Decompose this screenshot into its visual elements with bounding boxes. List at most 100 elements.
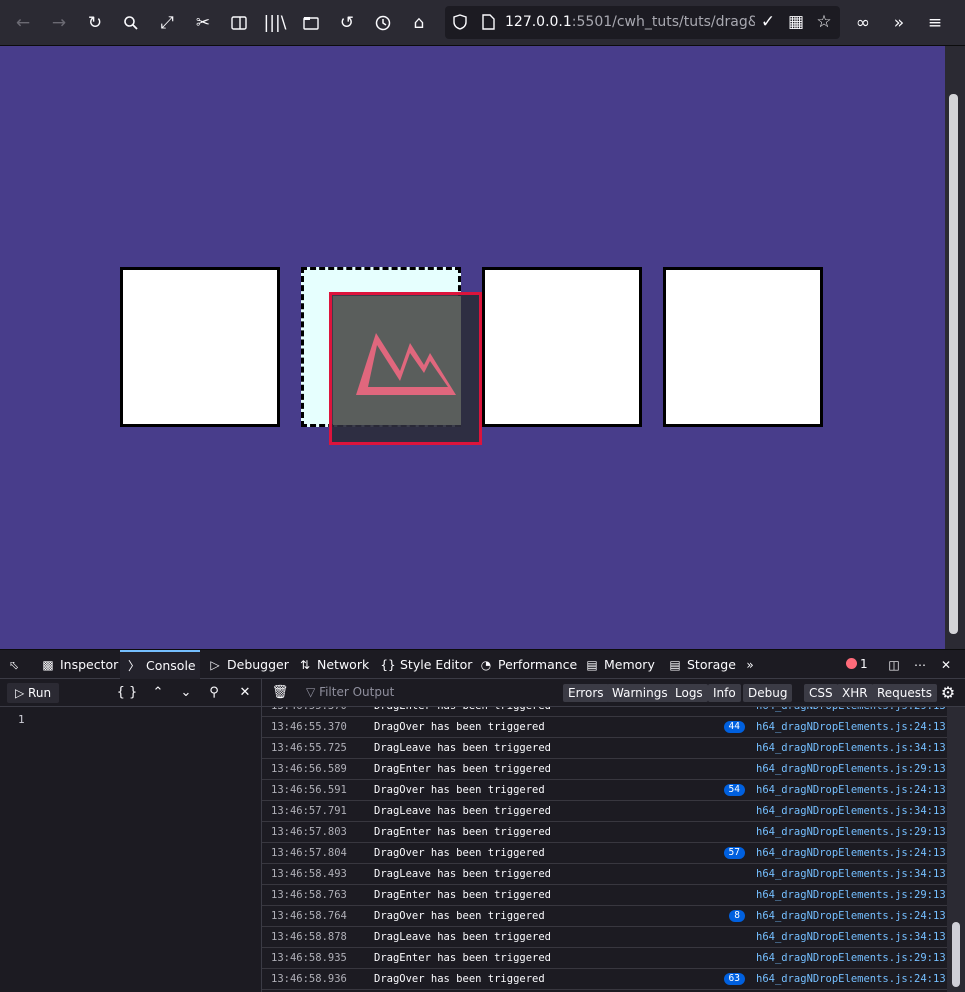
log-timestamp: 13:46:58.878: [271, 931, 347, 943]
log-source-link[interactable]: h64_dragNDropElements.js:24:13: [756, 910, 946, 922]
log-source-link[interactable]: h64_dragNDropElements.js:29:13: [756, 707, 946, 712]
private-mask-icon[interactable]: ∞: [848, 7, 878, 39]
log-source-link[interactable]: h64_dragNDropElements.js:29:13: [756, 952, 946, 964]
close-devtools-icon[interactable]: ✕: [938, 650, 958, 679]
log-repeat-badge: 8: [729, 910, 745, 922]
tab-debugger[interactable]: ▷ Debugger: [207, 650, 289, 679]
overflow-chevron-icon[interactable]: »: [884, 7, 914, 39]
filter-errors[interactable]: Errors: [563, 684, 609, 702]
dragged-image[interactable]: [329, 292, 482, 445]
close-editor-icon[interactable]: ✕: [234, 683, 256, 703]
error-count[interactable]: 1: [846, 657, 868, 671]
page-scrollbar-thumb[interactable]: [949, 94, 958, 634]
log-timestamp: 13:46:58.935: [271, 952, 347, 964]
filter-output-input[interactable]: ▽ Filter Output: [306, 685, 394, 699]
forward-icon[interactable]: →: [44, 7, 74, 39]
fullscreen-icon[interactable]: ⤢: [152, 7, 182, 39]
back-icon[interactable]: ←: [8, 7, 38, 39]
log-repeat-badge: 57: [723, 847, 745, 859]
log-row: 13:46:58.878 DragLeave has been triggered…: [262, 927, 947, 948]
sidebar-icon[interactable]: [224, 7, 254, 39]
more-tabs-chevron-icon[interactable]: »: [742, 650, 762, 679]
history-down-icon[interactable]: ⌄: [175, 683, 197, 703]
debugger-icon: ▷: [210, 658, 220, 672]
tab-storage[interactable]: ▤ Storage: [667, 650, 736, 679]
console-output-pane: 🗑 ▽ Filter Output Errors Warnings Logs I…: [262, 679, 965, 992]
element-picker-icon[interactable]: ⬁: [6, 650, 26, 679]
library-icon[interactable]: |||\: [260, 7, 290, 39]
drop-box-1[interactable]: [120, 267, 280, 427]
trash-icon[interactable]: 🗑: [269, 683, 291, 703]
tab-network[interactable]: ⇅ Network: [297, 650, 369, 679]
log-source-link[interactable]: h64_dragNDropElements.js:34:13: [756, 868, 946, 880]
editor-toolbar: ▷ Run { } ⌃ ⌄ ⚲ ✕: [0, 679, 262, 707]
history-icon[interactable]: ↺: [332, 7, 362, 39]
style-editor-icon: {}: [380, 658, 396, 672]
log-row: 13:46:58.764 DragOver has been triggered 8…: [262, 906, 947, 927]
tab-performance[interactable]: ◔ Performance: [478, 650, 577, 679]
console-settings-gear-icon[interactable]: ⚙: [937, 683, 959, 703]
log-source-link[interactable]: h64_dragNDropElements.js:29:13: [756, 826, 946, 838]
clock-icon[interactable]: [368, 7, 398, 39]
log-message: DragEnter has been triggered: [374, 826, 552, 838]
log-source-link[interactable]: h64_dragNDropElements.js:24:13: [756, 973, 946, 985]
search-icon[interactable]: [116, 7, 146, 39]
responsive-design-icon[interactable]: ◫: [886, 650, 906, 679]
drop-box-4[interactable]: [663, 267, 823, 427]
filter-logs[interactable]: Logs: [670, 684, 708, 702]
log-source-link[interactable]: h64_dragNDropElements.js:29:13: [756, 763, 946, 775]
log-source-link[interactable]: h64_dragNDropElements.js:34:13: [756, 742, 946, 754]
console-scrollbar[interactable]: [947, 707, 965, 992]
container-icon[interactable]: [296, 7, 326, 39]
devtools-tab-bar: ⬁ ▩ Inspector 〉 Console ▷ Debugger ⇅ Network…: [0, 649, 965, 679]
url-text: 127.0.0.1:5501/cwh_tuts/tuts/drag&drop: [505, 14, 755, 30]
log-source-link[interactable]: h64_dragNDropElements.js:34:13: [756, 931, 946, 943]
run-button[interactable]: ▷ Run: [7, 683, 59, 703]
log-source-link[interactable]: h64_dragNDropElements.js:34:13: [756, 805, 946, 817]
more-options-icon[interactable]: ⋯: [912, 650, 932, 679]
log-source-link[interactable]: h64_dragNDropElements.js:29:13: [756, 889, 946, 901]
filter-info[interactable]: Info: [708, 684, 741, 702]
console-log-list: 13:46:55.370 DragEnter has been triggered…: [262, 707, 947, 992]
filter-requests[interactable]: Requests: [872, 684, 937, 702]
bookmark-star-icon[interactable]: ☆: [809, 6, 839, 38]
filter-xhr[interactable]: XHR: [837, 684, 873, 702]
page-viewport: [0, 46, 945, 649]
log-row: 13:46:56.591 DragOver has been triggered 5…: [262, 780, 947, 801]
log-timestamp: 13:46:56.589: [271, 763, 347, 775]
filter-debug[interactable]: Debug: [743, 684, 793, 702]
tab-console[interactable]: 〉 Console: [120, 650, 200, 679]
console-scrollbar-thumb[interactable]: [952, 922, 960, 987]
page-scrollbar[interactable]: [945, 46, 965, 649]
log-timestamp: 13:46:57.791: [271, 805, 347, 817]
log-source-link[interactable]: h64_dragNDropElements.js:24:13: [756, 784, 946, 796]
menu-icon[interactable]: ≡: [920, 7, 950, 39]
tab-memory[interactable]: ▤ Memory: [584, 650, 655, 679]
log-message: DragOver has been triggered: [374, 784, 545, 796]
log-repeat-badge: 44: [723, 721, 745, 733]
performance-icon: ◔: [480, 658, 492, 672]
pocket-icon[interactable]: ✓: [753, 6, 783, 38]
log-message: DragEnter has been triggered: [374, 763, 552, 775]
home-icon[interactable]: ⌂: [404, 7, 434, 39]
history-up-icon[interactable]: ⌃: [147, 683, 169, 703]
log-row: 13:46:55.370 DragOver has been triggered 4…: [262, 717, 947, 738]
shield-icon[interactable]: [445, 6, 475, 38]
drop-box-3[interactable]: [482, 267, 642, 427]
tab-style-editor[interactable]: {} Style Editor: [380, 650, 472, 679]
log-source-link[interactable]: h64_dragNDropElements.js:24:13: [756, 847, 946, 859]
log-row: 13:46:58.493 DragLeave has been triggered…: [262, 864, 947, 885]
filter-css[interactable]: CSS: [804, 684, 838, 702]
filter-warnings[interactable]: Warnings: [607, 684, 673, 702]
log-source-link[interactable]: h64_dragNDropElements.js:24:13: [756, 721, 946, 733]
funnel-icon: ▽: [306, 685, 316, 699]
extensions-icon[interactable]: ▦: [781, 6, 811, 38]
url-bar[interactable]: 127.0.0.1:5501/cwh_tuts/tuts/drag&drop ✓…: [445, 6, 840, 39]
reverse-search-icon[interactable]: ⚲: [203, 683, 225, 703]
tab-inspector[interactable]: ▩ Inspector: [40, 650, 118, 679]
screenshot-icon[interactable]: ✂: [188, 7, 218, 39]
log-timestamp: 13:46:55.725: [271, 742, 347, 754]
page-info-icon[interactable]: [473, 6, 503, 38]
pretty-print-icon[interactable]: { }: [116, 683, 138, 703]
reload-icon[interactable]: ↻: [80, 7, 110, 39]
